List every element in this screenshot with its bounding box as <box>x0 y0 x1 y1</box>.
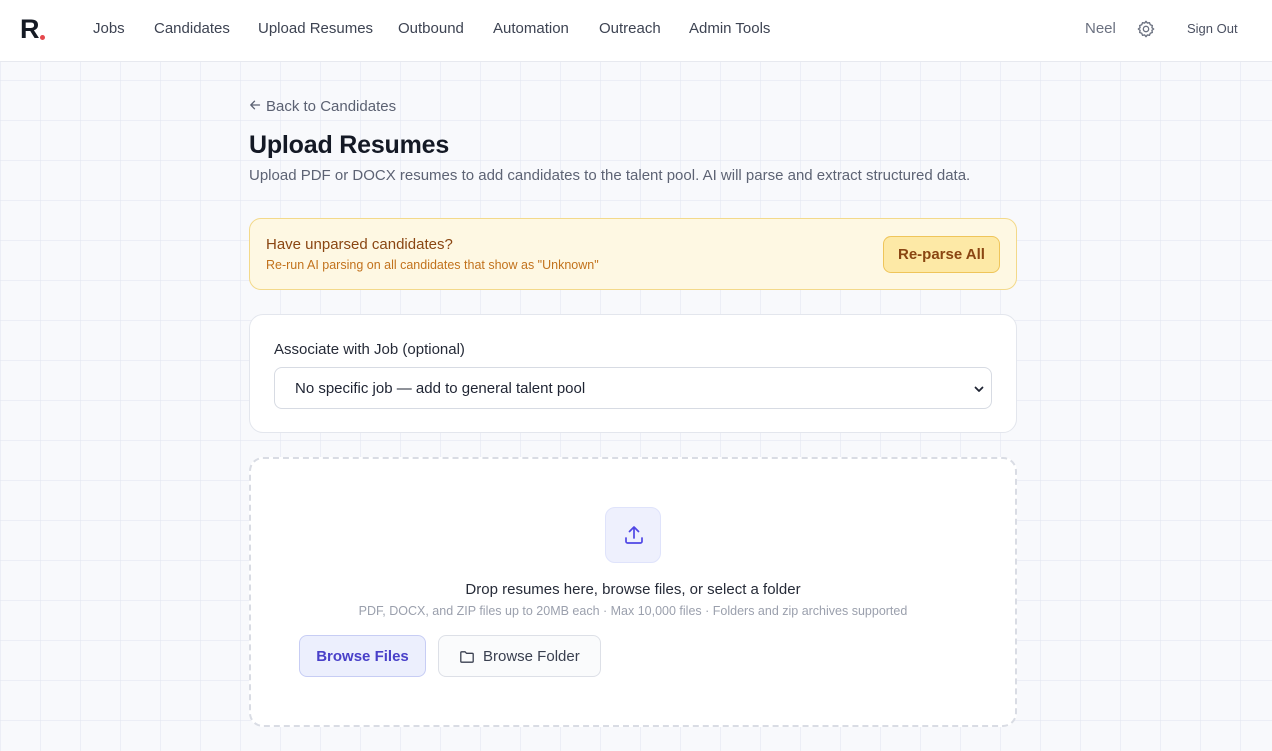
page-title: Upload Resumes <box>249 131 450 159</box>
nav-item-automation[interactable]: Automation <box>493 20 569 38</box>
browse-folder-label: Browse Folder <box>483 648 580 665</box>
upload-icon-container <box>605 507 661 563</box>
sign-out-button[interactable]: Sign Out <box>1187 21 1238 37</box>
banner-title: Have unparsed candidates? <box>266 236 453 253</box>
job-select[interactable]: No specific job — add to general talent … <box>274 367 992 409</box>
browse-folder-button[interactable]: Browse Folder <box>438 635 601 677</box>
resume-dropzone[interactable]: Drop resumes here, browse files, or sele… <box>249 457 1017 727</box>
arrow-left-icon <box>249 98 263 116</box>
logo-dot <box>40 35 45 40</box>
dropzone-title: Drop resumes here, browse files, or sele… <box>465 581 801 598</box>
nav-item-jobs[interactable]: Jobs <box>93 20 125 38</box>
unparsed-banner: Have unparsed candidates? Re-run AI pars… <box>249 218 1017 290</box>
chevron-down-icon <box>973 382 985 394</box>
job-select-value: No specific job — add to general talent … <box>295 380 586 397</box>
dropzone-hint: PDF, DOCX, and ZIP files up to 20MB each… <box>358 604 908 618</box>
nav-item-outbound[interactable]: Outbound <box>398 20 464 38</box>
nav-item-admin-tools[interactable]: Admin Tools <box>689 20 770 38</box>
nav-item-outreach[interactable]: Outreach <box>599 20 661 38</box>
banner-text: Re-run AI parsing on all candidates that… <box>266 258 599 272</box>
user-name: Neel <box>1085 20 1116 37</box>
back-link-label: Back to Candidates <box>266 98 397 115</box>
gear-icon[interactable] <box>1136 19 1156 39</box>
folder-icon <box>460 651 474 663</box>
nav-item-upload-resumes[interactable]: Upload Resumes <box>258 20 373 38</box>
job-association-card: Associate with Job (optional) No specifi… <box>249 314 1017 433</box>
job-select-label: Associate with Job (optional) <box>274 341 465 358</box>
top-nav: R Jobs Candidates Upload Resumes Outboun… <box>0 0 1272 62</box>
page-subtitle: Upload PDF or DOCX resumes to add candid… <box>249 167 971 184</box>
upload-icon <box>625 526 643 544</box>
reparse-all-button[interactable]: Re-parse All <box>883 236 1000 273</box>
browse-files-button[interactable]: Browse Files <box>299 635 426 677</box>
back-to-candidates-link[interactable]: Back to Candidates <box>249 98 396 116</box>
logo[interactable]: R <box>20 15 39 43</box>
nav-item-candidates[interactable]: Candidates <box>154 20 230 38</box>
